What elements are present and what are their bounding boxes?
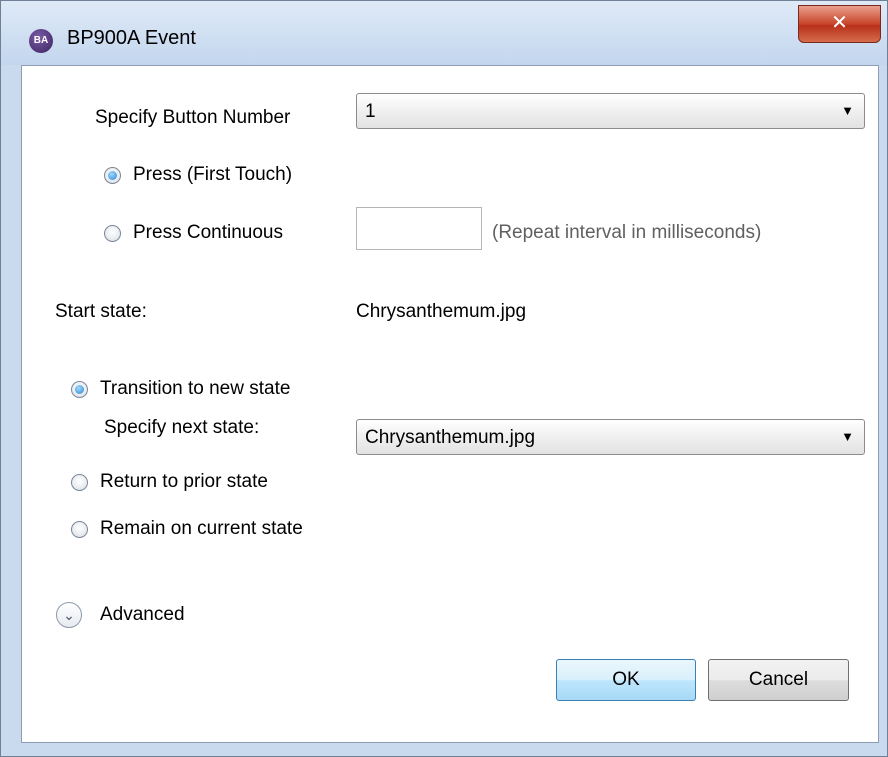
chevron-down-icon: ▼ (841, 103, 854, 118)
remain-current-radio[interactable] (71, 521, 88, 538)
start-state-value: Chrysanthemum.jpg (356, 301, 527, 322)
remain-current-label: Remain on current state (100, 518, 303, 539)
button-number-select[interactable]: 1 ▼ (356, 93, 865, 129)
transition-radio[interactable] (71, 381, 88, 398)
ok-button[interactable]: OK (556, 659, 696, 701)
dialog-content: Specify Button Number 1 ▼ Press (First T… (21, 65, 879, 743)
window-title: BP900A Event (67, 27, 196, 49)
title-bar: BA BP900A Event ✕ (1, 1, 887, 65)
expand-chevron-icon[interactable]: ⌄ (56, 602, 82, 628)
event-dialog: BA BP900A Event ✕ Specify Button Number … (0, 0, 888, 757)
button-number-value: 1 (365, 101, 376, 122)
press-first-touch-label: Press (First Touch) (133, 164, 293, 185)
advanced-expander-label[interactable]: Advanced (100, 604, 185, 626)
next-state-label: Specify next state: (104, 417, 260, 438)
press-continuous-radio[interactable] (104, 225, 121, 242)
cancel-button[interactable]: Cancel (708, 659, 849, 701)
transition-label: Transition to new state (100, 378, 291, 399)
repeat-interval-hint: (Repeat interval in milliseconds) (492, 222, 762, 243)
press-first-touch-radio[interactable] (104, 167, 121, 184)
close-icon: ✕ (831, 12, 848, 34)
next-state-select[interactable]: Chrysanthemum.jpg ▼ (356, 419, 865, 455)
app-logo-icon: BA (29, 29, 53, 53)
press-continuous-label: Press Continuous (133, 222, 283, 243)
start-state-label: Start state: (55, 301, 147, 322)
next-state-value: Chrysanthemum.jpg (365, 427, 536, 448)
close-button[interactable]: ✕ (798, 5, 881, 43)
return-prior-radio[interactable] (71, 474, 88, 491)
repeat-interval-input[interactable] (356, 207, 482, 250)
return-prior-label: Return to prior state (100, 471, 268, 492)
button-number-label: Specify Button Number (95, 107, 291, 128)
chevron-down-icon: ▼ (841, 429, 854, 444)
